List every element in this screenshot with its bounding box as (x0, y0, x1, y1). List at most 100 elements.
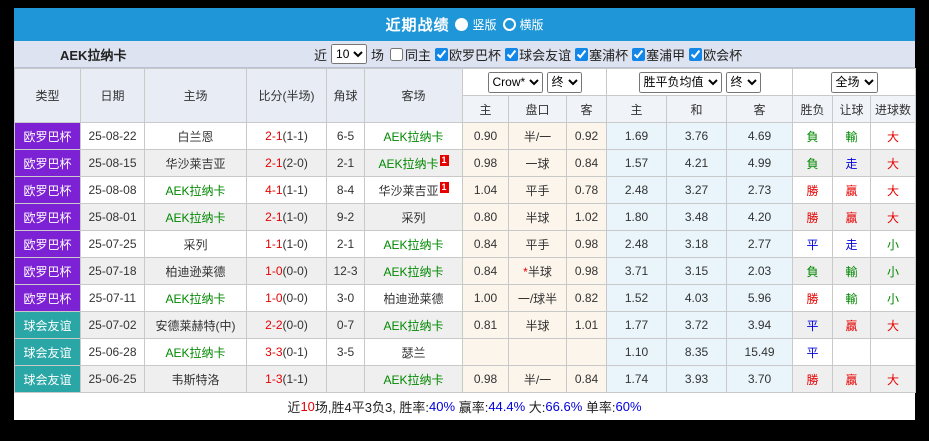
odds-home: 0.84 (462, 257, 509, 285)
bookmaker-select[interactable]: Crow* (487, 71, 543, 93)
home-team: 采列 (144, 230, 247, 258)
avg-odds-home: 1.69 (606, 122, 668, 150)
title-bar: 近期战绩 竖版 横版 (14, 8, 915, 41)
league-filter[interactable]: 欧会杯 (685, 45, 742, 64)
odds-home: 0.98 (462, 365, 509, 393)
col-header-date: 日期 (80, 68, 145, 123)
avg-odds-away: 2.73 (726, 176, 794, 204)
result-handicap: 輸 (832, 122, 872, 150)
odds-away: 0.84 (565, 365, 608, 393)
league-filters: 欧罗巴杯 球会友谊 塞浦杯 塞浦甲 欧会杯 (431, 45, 742, 64)
table-row: 欧罗巴杯 25-08-01 AEK拉纳卡 2-1(1-0) 9-2 采列 0.8… (14, 203, 917, 231)
avg-odds-draw: 3.93 (666, 365, 728, 393)
score-cell: 2-1(1-0) (246, 203, 327, 231)
same-home-label[interactable]: 同主 (405, 45, 431, 64)
odds-handicap: 半球 (508, 311, 567, 339)
league-checkbox[interactable] (632, 47, 646, 61)
corner-score (326, 365, 365, 393)
league-checkbox[interactable] (689, 47, 703, 61)
col-header-away: 客场 (364, 68, 463, 123)
league-checkbox[interactable] (505, 47, 519, 61)
match-type-badge: 欧罗巴杯 (14, 230, 81, 258)
odds-handicap: 半/一 (508, 365, 567, 393)
avg-odds-home: 2.48 (606, 176, 668, 204)
result-winloss: 勝 (792, 365, 834, 393)
vertical-layout-label[interactable]: 竖版 (472, 16, 496, 33)
result-handicap: 贏 (832, 365, 872, 393)
avg-odds-draw: 3.76 (666, 122, 728, 150)
score-cell: 2-1(1-1) (246, 122, 327, 150)
scope-select[interactable]: 全场 (830, 71, 878, 93)
table-row: 球会友谊 25-07-02 安德莱赫特(中) 2-2(0-0) 0-7 AEK拉… (14, 311, 917, 339)
sub-header-handicap: 盘口 (508, 95, 567, 123)
table-row: 欧罗巴杯 25-07-11 AEK拉纳卡 1-0(0-0) 3-0 柏迪逊莱德 … (14, 284, 917, 312)
sub-header-winloss: 胜负 (792, 95, 834, 123)
same-home-checkbox[interactable] (390, 47, 404, 61)
result-handicap: 輸 (832, 284, 872, 312)
home-team: 韦斯特洛 (144, 365, 247, 393)
avg-odds-draw: 8.35 (666, 338, 728, 366)
avg-odds-home: 2.48 (606, 230, 668, 258)
col-header-corner: 角球 (326, 68, 365, 123)
horizontal-layout-label[interactable]: 横版 (520, 16, 544, 33)
odds-handicap: 半球 (508, 203, 567, 231)
score-cell: 1-0(0-0) (246, 284, 327, 312)
corner-score: 9-2 (326, 203, 365, 231)
league-checkbox[interactable] (435, 47, 449, 61)
result-goals: 大 (870, 311, 917, 339)
odds-home: 0.80 (462, 203, 509, 231)
avg-odds-away: 4.20 (726, 203, 794, 231)
league-filter[interactable]: 塞浦甲 (628, 45, 685, 64)
results-table: 类型 日期 主场 比分(半场) 角球 客场 Crow* 终 胜平负均值终 全场 主… (14, 68, 917, 393)
result-winloss: 勝 (792, 203, 834, 231)
match-date: 25-08-01 (80, 203, 145, 231)
score-cell: 4-1(1-1) (246, 176, 327, 204)
match-date: 25-08-15 (80, 149, 145, 177)
match-count-select[interactable]: 10 (331, 44, 368, 64)
corner-score: 8-4 (326, 176, 365, 204)
league-filter[interactable]: 球会友谊 (501, 45, 571, 64)
corner-score: 2-1 (326, 230, 365, 258)
match-type-badge: 欧罗巴杯 (14, 257, 81, 285)
odds-home: 0.90 (462, 122, 509, 150)
result-goals: 小 (870, 257, 917, 285)
red-card-badge: 1 (439, 181, 449, 193)
match-date: 25-07-18 (80, 257, 145, 285)
red-card-badge: 1 (439, 154, 449, 166)
horizontal-layout-radio[interactable] (502, 18, 516, 31)
odds-away: 0.92 (565, 122, 608, 150)
avg-odds-home: 1.52 (606, 284, 668, 312)
result-goals: 大 (870, 122, 917, 150)
table-row: 欧罗巴杯 25-08-22 白兰恩 2-1(1-1) 6-5 AEK拉纳卡 0.… (14, 122, 917, 150)
score-cell: 2-2(0-0) (246, 311, 327, 339)
match-type-badge: 欧罗巴杯 (14, 149, 81, 177)
result-winloss: 平 (792, 311, 834, 339)
match-date: 25-07-11 (80, 284, 145, 312)
avg-stage-select[interactable]: 终 (725, 71, 761, 93)
away-team: 华沙莱吉亚 1 (364, 176, 463, 204)
result-handicap: 走 (832, 230, 872, 258)
league-filter[interactable]: 塞浦杯 (571, 45, 628, 64)
avg-odds-away: 2.03 (726, 257, 794, 285)
odds-home: 0.84 (462, 230, 509, 258)
results-body: 欧罗巴杯 25-08-22 白兰恩 2-1(1-1) 6-5 AEK拉纳卡 0.… (14, 122, 917, 393)
league-checkbox[interactable] (575, 47, 589, 61)
filter-bar: AEK拉纳卡 近 10 场 同主 欧罗巴杯 球会友谊 塞浦杯 塞浦甲 欧会杯 (14, 41, 915, 68)
result-goals (870, 338, 917, 366)
odds-handicap (508, 338, 567, 366)
away-team: AEK拉纳卡 (364, 122, 463, 150)
avg-odds-draw: 3.27 (666, 176, 728, 204)
away-team: AEK拉纳卡 (364, 257, 463, 285)
scope-select-cell: 全场 (792, 68, 917, 96)
result-winloss: 勝 (792, 176, 834, 204)
league-filter[interactable]: 欧罗巴杯 (431, 45, 501, 64)
avg-odds-select[interactable]: 胜平负均值 (638, 71, 722, 93)
corner-score: 2-1 (326, 149, 365, 177)
table-row: 欧罗巴杯 25-07-25 采列 1-1(1-0) 2-1 AEK拉纳卡 0.8… (14, 230, 917, 258)
corner-score: 3-5 (326, 338, 365, 366)
odds-handicap: *半球 (508, 257, 567, 285)
bookmaker-stage-select[interactable]: 终 (546, 71, 582, 93)
avg-odds-home: 1.57 (606, 149, 668, 177)
away-team: AEK拉纳卡 1 (364, 149, 463, 177)
vertical-layout-radio[interactable] (455, 18, 469, 31)
